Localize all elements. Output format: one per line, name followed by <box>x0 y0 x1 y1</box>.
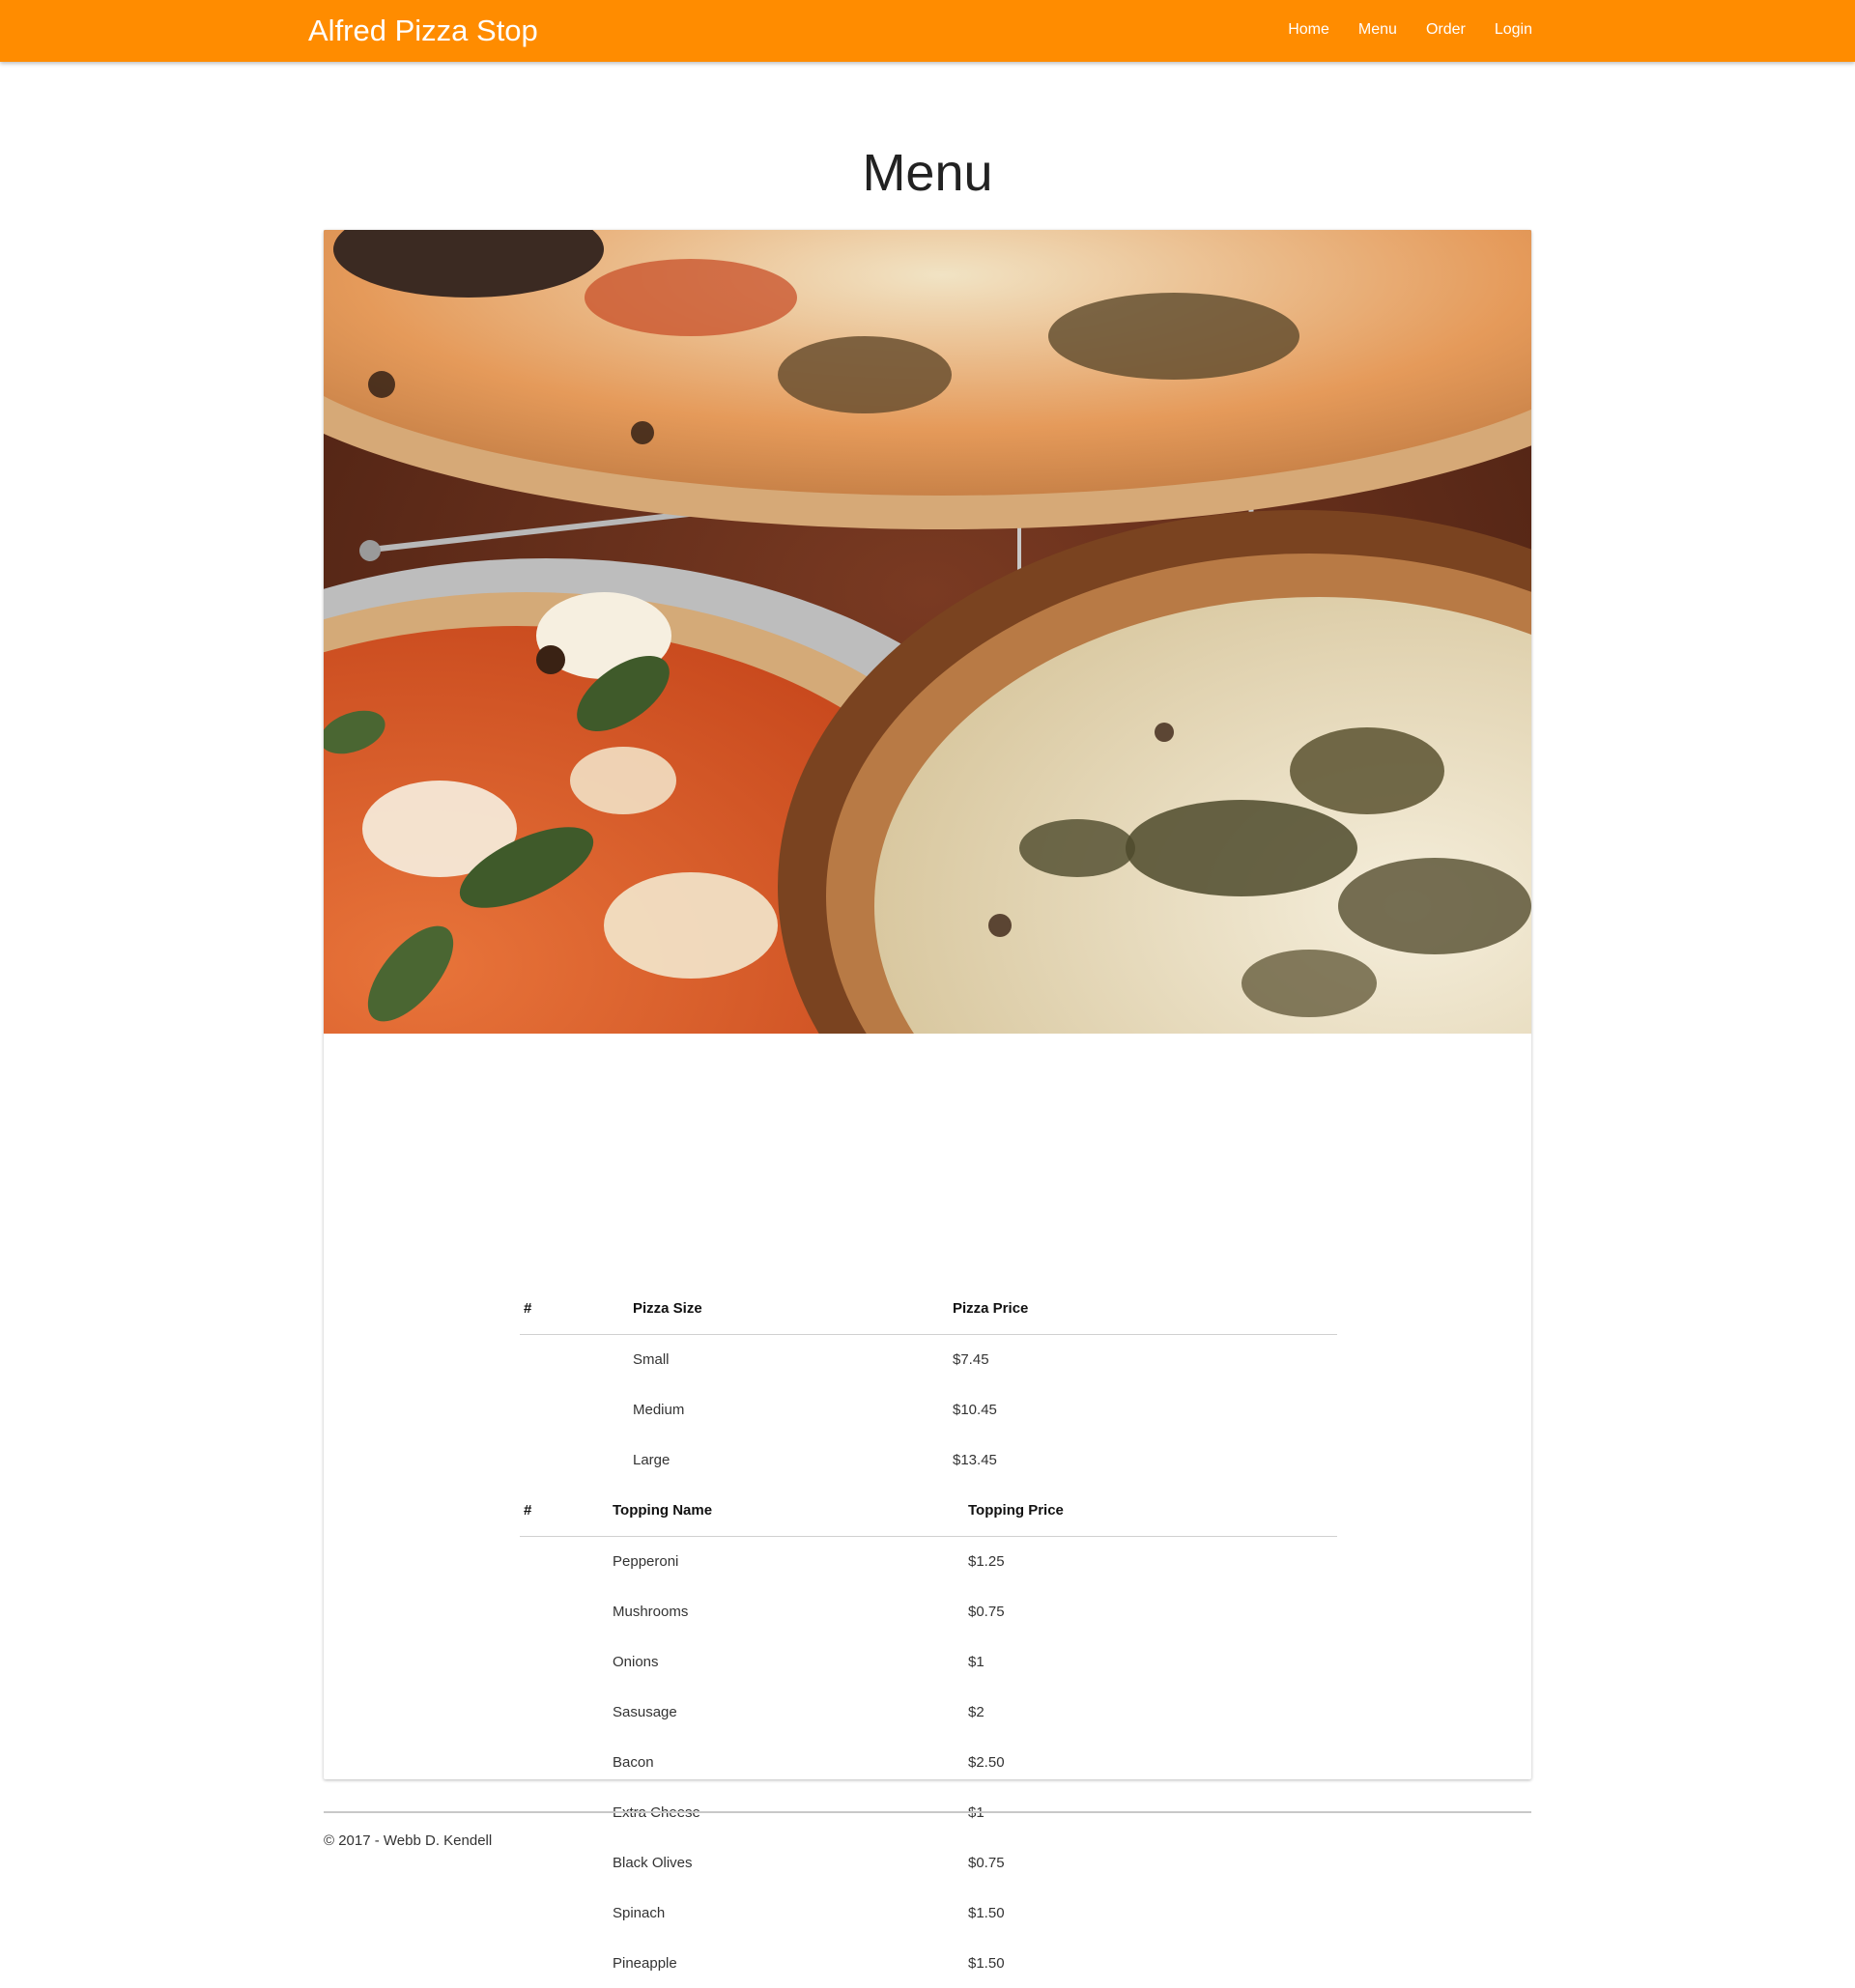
row-number <box>520 1888 613 1938</box>
header-number: # <box>520 1284 633 1335</box>
table-row: Mushrooms $0.75 <box>520 1586 1337 1636</box>
brand-link[interactable]: Alfred Pizza Stop <box>308 14 538 48</box>
table-row: Bacon $2.50 <box>520 1737 1337 1787</box>
pizza-price-cell: $10.45 <box>953 1401 997 1418</box>
row-number <box>520 1384 633 1434</box>
nav-links: Home Menu Order Login <box>1288 21 1532 39</box>
topping-name-cell: Sasusage <box>613 1703 677 1720</box>
topping-price-cell: $2.50 <box>968 1753 1005 1771</box>
table-row: Pepperoni $1.25 <box>520 1536 1337 1586</box>
row-number <box>520 1938 613 1988</box>
table-header-row: # Topping Name Topping Price <box>520 1486 1337 1537</box>
table-row: Medium $10.45 <box>520 1384 1337 1434</box>
topping-name-cell: Onions <box>613 1653 659 1670</box>
pizza-size-cell: Small <box>633 1350 670 1368</box>
topping-name-cell: Black Olives <box>613 1854 693 1871</box>
table-row: Spinach $1.50 <box>520 1888 1337 1938</box>
header-topping-price: Topping Price <box>968 1486 1337 1537</box>
topping-name-cell: Bacon <box>613 1753 654 1771</box>
pizza-price-cell: $7.45 <box>953 1350 989 1368</box>
nav-link-menu[interactable]: Menu <box>1358 21 1397 39</box>
table-header-row: # Pizza Size Pizza Price <box>520 1284 1337 1335</box>
table-row: Pineapple $1.50 <box>520 1938 1337 1988</box>
nav-link-home[interactable]: Home <box>1288 21 1329 39</box>
topping-name-cell: Pepperoni <box>613 1552 679 1570</box>
row-number <box>520 1737 613 1787</box>
footer-divider <box>324 1811 1531 1813</box>
topping-price-cell: $1.25 <box>968 1552 1005 1570</box>
table-row: Small $7.45 <box>520 1334 1337 1384</box>
topping-name-cell: Spinach <box>613 1904 666 1921</box>
topping-price-cell: $2 <box>968 1703 985 1720</box>
page-title: Menu <box>862 144 993 202</box>
menu-card: # Pizza Size Pizza Price Small $7.45 Med… <box>324 230 1531 1972</box>
nav-link-order[interactable]: Order <box>1426 21 1466 39</box>
header-pizza-price: Pizza Price <box>953 1284 1337 1335</box>
row-number <box>520 1636 613 1687</box>
pizza-size-cell: Medium <box>633 1401 685 1418</box>
topping-table: # Topping Name Topping Price Pepperoni $… <box>520 1486 1337 1988</box>
pizza-hero-image <box>324 230 1531 1034</box>
table-row: Sasusage $2 <box>520 1687 1337 1737</box>
row-number <box>520 1434 633 1485</box>
topping-price-cell: $0.75 <box>968 1854 1005 1871</box>
header-topping-name: Topping Name <box>613 1486 968 1537</box>
row-number <box>520 1586 613 1636</box>
row-number <box>520 1687 613 1737</box>
row-number <box>520 1536 613 1586</box>
header-number: # <box>520 1486 613 1537</box>
nav-link-login[interactable]: Login <box>1495 21 1532 39</box>
table-row: Onions $1 <box>520 1636 1337 1687</box>
table-row: Black Olives $0.75 <box>520 1837 1337 1888</box>
topping-price-cell: $0.75 <box>968 1603 1005 1620</box>
header-pizza-size: Pizza Size <box>633 1284 953 1335</box>
row-number <box>520 1334 633 1384</box>
pizza-price-cell: $13.45 <box>953 1451 997 1468</box>
footer-copyright: © 2017 - Webb D. Kendell <box>324 1832 493 1849</box>
top-navbar: Alfred Pizza Stop Home Menu Order Login <box>0 0 1855 62</box>
row-number <box>520 1837 613 1888</box>
topping-name-cell: Pineapple <box>613 1954 677 1972</box>
pizza-size-table: # Pizza Size Pizza Price Small $7.45 Med… <box>520 1284 1337 1485</box>
topping-name-cell: Mushrooms <box>613 1603 689 1620</box>
pizza-size-cell: Large <box>633 1451 671 1468</box>
table-row: Large $13.45 <box>520 1434 1337 1485</box>
topping-price-cell: $1 <box>968 1653 985 1670</box>
topping-price-cell: $1.50 <box>968 1904 1005 1921</box>
topping-price-cell: $1.50 <box>968 1954 1005 1972</box>
